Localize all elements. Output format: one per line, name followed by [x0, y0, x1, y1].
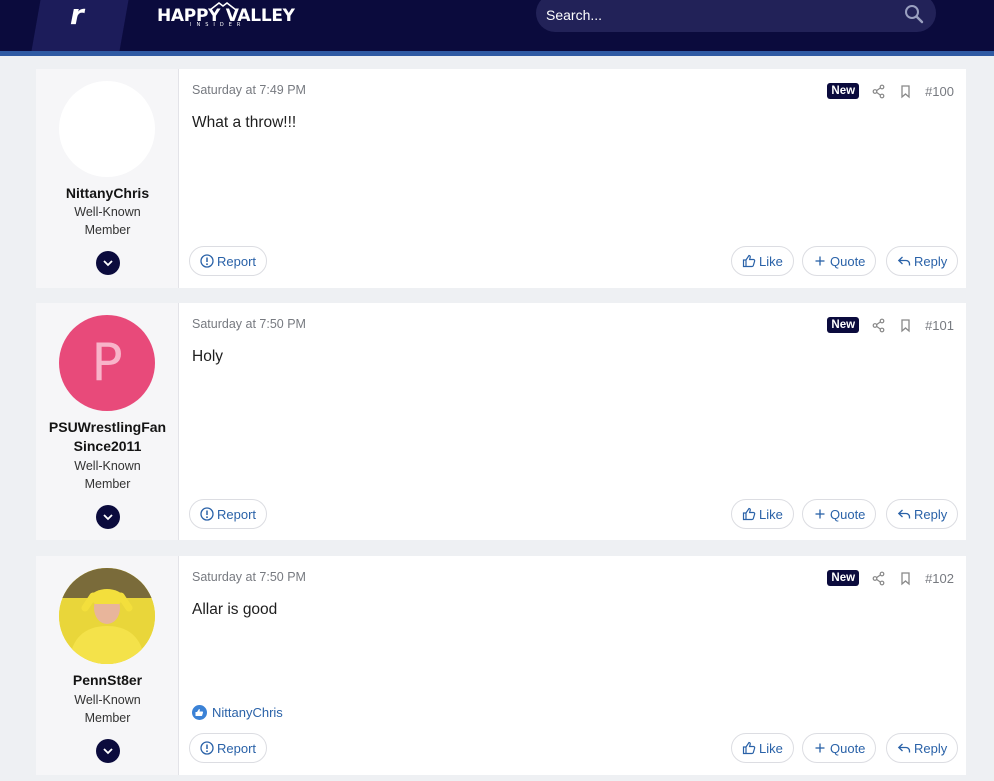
- quote-label: Quote: [830, 740, 866, 756]
- post-user-column: PennSt8er Well-Known Member: [36, 556, 179, 775]
- search-icon[interactable]: [904, 4, 924, 24]
- chevron-down-icon: [103, 514, 113, 521]
- reply-label: Reply: [914, 253, 948, 269]
- expand-user-button[interactable]: [96, 505, 120, 529]
- report-button[interactable]: Report: [189, 499, 268, 529]
- like-label: Like: [759, 740, 783, 756]
- quote-button[interactable]: Quote: [802, 733, 877, 763]
- post-user-column: P PSUWrestlingFan Since2011 Well-Known M…: [36, 303, 179, 540]
- user-title: Member: [84, 711, 131, 725]
- post-100: NittanyChris Well-Known Member Saturday …: [36, 69, 966, 288]
- search-input[interactable]: Search...: [536, 0, 936, 32]
- post-date[interactable]: Saturday at 7:50 PM: [192, 317, 306, 331]
- post-date[interactable]: Saturday at 7:49 PM: [192, 83, 306, 97]
- share-icon[interactable]: [871, 571, 886, 586]
- plus-icon: [815, 743, 825, 753]
- user-title: Well-Known: [74, 205, 141, 219]
- post-body: What a throw!!!: [192, 114, 297, 131]
- report-label: Report: [217, 253, 257, 269]
- reply-icon: [897, 743, 911, 753]
- report-icon: [200, 507, 214, 521]
- reply-label: Reply: [914, 506, 948, 522]
- expand-user-button[interactable]: [96, 739, 120, 763]
- post-date[interactable]: Saturday at 7:50 PM: [192, 570, 306, 584]
- post-number[interactable]: #100: [925, 84, 954, 99]
- avatar[interactable]: [59, 568, 155, 664]
- post-102: PennSt8er Well-Known Member Saturday at …: [36, 556, 966, 775]
- post-body: Holy: [192, 348, 224, 365]
- like-button[interactable]: Like: [731, 246, 794, 276]
- username[interactable]: NittanyChris: [44, 184, 171, 203]
- plus-icon: [815, 256, 825, 266]
- site-header: r HAPPY VALLEY INSIDER Search...: [0, 0, 994, 51]
- share-icon[interactable]: [871, 318, 886, 333]
- like-label: Like: [759, 506, 783, 522]
- like-button[interactable]: Like: [731, 499, 794, 529]
- post-header-actions: New #100: [827, 81, 954, 101]
- post-user-column: NittanyChris Well-Known Member: [36, 69, 179, 288]
- username[interactable]: Since2011: [44, 437, 171, 456]
- plus-icon: [815, 509, 825, 519]
- avatar[interactable]: [59, 81, 155, 177]
- quote-label: Quote: [830, 253, 866, 269]
- chevron-down-icon: [103, 748, 113, 755]
- quote-button[interactable]: Quote: [802, 246, 877, 276]
- like-label: Like: [759, 253, 783, 269]
- search-placeholder: Search...: [546, 7, 603, 23]
- thumbs-up-icon: [742, 507, 756, 521]
- header-accent-stripe: [0, 51, 994, 56]
- post-body: Allar is good: [192, 601, 278, 618]
- reply-button[interactable]: Reply: [886, 246, 959, 276]
- username[interactable]: PennSt8er: [44, 671, 171, 690]
- report-button[interactable]: Report: [189, 733, 268, 763]
- username[interactable]: PSUWrestlingFan: [44, 418, 171, 437]
- report-icon: [200, 254, 214, 268]
- user-title: Well-Known: [74, 459, 141, 473]
- report-label: Report: [217, 506, 257, 522]
- site-logo-subtitle: INSIDER: [190, 22, 246, 28]
- post-header-actions: New #101: [827, 315, 954, 335]
- reply-button[interactable]: Reply: [886, 499, 959, 529]
- quote-button[interactable]: Quote: [802, 499, 877, 529]
- quote-label: Quote: [830, 506, 866, 522]
- bookmark-icon[interactable]: [898, 84, 913, 99]
- reply-icon: [897, 256, 911, 266]
- new-badge: New: [827, 317, 860, 333]
- reply-icon: [897, 509, 911, 519]
- reply-label: Reply: [914, 740, 948, 756]
- avatar[interactable]: P: [59, 315, 155, 411]
- reactions-bar[interactable]: NittanyChris: [192, 705, 283, 720]
- report-icon: [200, 741, 214, 755]
- report-label: Report: [217, 740, 257, 756]
- reply-button[interactable]: Reply: [886, 733, 959, 763]
- avatar-photo: [59, 568, 155, 664]
- rivals-logo[interactable]: r: [70, 0, 100, 40]
- post-number[interactable]: #101: [925, 318, 954, 333]
- post-101: P PSUWrestlingFan Since2011 Well-Known M…: [36, 303, 966, 540]
- thumbs-up-icon: [742, 741, 756, 755]
- like-reaction-icon: [192, 705, 207, 720]
- thumbs-up-icon: [742, 254, 756, 268]
- like-button[interactable]: Like: [731, 733, 794, 763]
- chevron-down-icon: [103, 260, 113, 267]
- bookmark-icon[interactable]: [898, 571, 913, 586]
- user-title: Member: [84, 223, 131, 237]
- reaction-user[interactable]: NittanyChris: [212, 705, 283, 720]
- user-title: Well-Known: [74, 693, 141, 707]
- post-header-actions: New #102: [827, 568, 954, 588]
- share-icon[interactable]: [871, 84, 886, 99]
- report-button[interactable]: Report: [189, 246, 268, 276]
- expand-user-button[interactable]: [96, 251, 120, 275]
- user-title: Member: [84, 477, 131, 491]
- bookmark-icon[interactable]: [898, 318, 913, 333]
- new-badge: New: [827, 570, 860, 586]
- post-number[interactable]: #102: [925, 571, 954, 586]
- new-badge: New: [827, 83, 860, 99]
